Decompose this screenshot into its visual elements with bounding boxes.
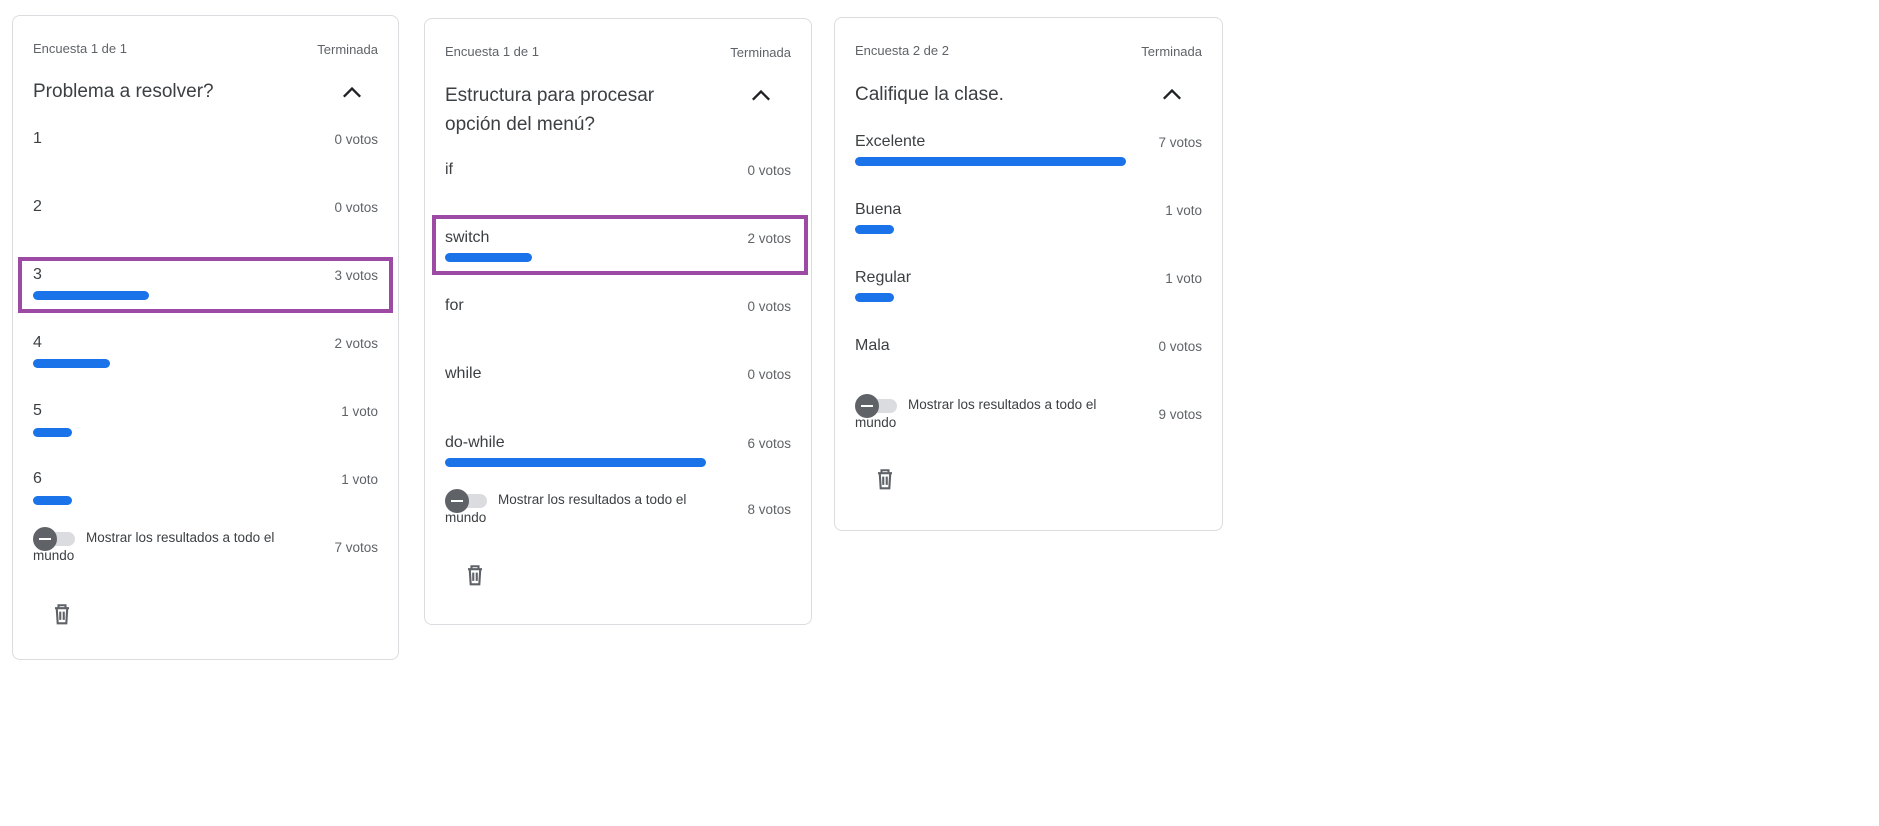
option-result-bar (33, 291, 149, 300)
total-votes: 9 votos (1158, 407, 1202, 422)
highlighted-option-frame (18, 257, 393, 313)
show-results-label: Mostrar los resultados a todo el mundo (33, 530, 275, 563)
option-label: Mala (855, 337, 890, 354)
option-votes: 0 votos (334, 200, 378, 215)
option-result-bar (33, 428, 72, 437)
option-label: Buena (855, 201, 902, 218)
total-votes: 7 votos (334, 540, 378, 555)
option-result-bar (855, 293, 894, 302)
option-votes: 1 voto (341, 404, 378, 419)
option-votes: 0 votos (1158, 339, 1202, 354)
option-votes: 0 votos (747, 299, 791, 314)
poll-status: Terminada (317, 42, 378, 57)
poll-card-1: Encuesta 1 de 1 Terminada Problema a res… (12, 15, 399, 660)
option-votes: 0 votos (747, 163, 791, 178)
total-votes: 8 votos (747, 502, 791, 517)
poll-card-3: Encuesta 2 de 2 Terminada Califique la c… (834, 17, 1223, 531)
option-label: 5 (33, 402, 42, 419)
chevron-up-icon[interactable] (747, 81, 775, 109)
poll-question: Califique la clase. (855, 84, 1004, 105)
option-votes: 1 voto (341, 472, 378, 487)
trash-icon[interactable] (48, 600, 76, 628)
poll-status: Terminada (730, 45, 791, 60)
option-votes: 1 voto (1165, 203, 1202, 218)
poll-counter: Encuesta 1 de 1 (445, 44, 539, 59)
show-results-label: Mostrar los resultados a todo el mundo (445, 492, 687, 525)
show-results-label: Mostrar los resultados a todo el mundo (855, 397, 1097, 430)
trash-icon[interactable] (461, 561, 489, 589)
option-votes: 2 votos (747, 231, 791, 246)
option-votes: 7 votos (1158, 135, 1202, 150)
option-label: 6 (33, 470, 42, 487)
poll-question: Problema a resolver? (33, 81, 214, 102)
option-label: if (445, 161, 453, 178)
option-label: Regular (855, 269, 912, 286)
option-label: 4 (33, 334, 42, 351)
option-label: 3 (33, 266, 42, 283)
option-label: switch (445, 229, 490, 246)
chevron-up-icon[interactable] (338, 78, 366, 106)
option-votes: 0 votos (747, 367, 791, 382)
trash-icon[interactable] (871, 465, 899, 493)
option-label: while (445, 365, 482, 382)
poll-card-2: Encuesta 1 de 1 Terminada Estructura par… (424, 18, 812, 625)
poll-status: Terminada (1141, 44, 1202, 59)
option-votes: 6 votos (747, 436, 791, 451)
option-label: for (445, 297, 464, 314)
poll-counter: Encuesta 1 de 1 (33, 41, 127, 56)
option-label: 1 (33, 130, 42, 147)
option-votes: 2 votos (334, 336, 378, 351)
option-label: do-while (445, 434, 505, 451)
option-votes: 0 votos (334, 132, 378, 147)
option-label: 2 (33, 198, 42, 215)
option-result-bar (445, 458, 706, 467)
option-result-bar (855, 157, 1126, 166)
poll-question: Estructura para procesar opción del menú… (445, 85, 655, 135)
option-result-bar (445, 253, 532, 262)
poll-counter: Encuesta 2 de 2 (855, 43, 949, 58)
option-result-bar (855, 225, 894, 234)
chevron-up-icon[interactable] (1158, 80, 1186, 108)
option-votes: 1 voto (1165, 271, 1202, 286)
option-votes: 3 votos (334, 268, 378, 283)
option-label: Excelente (855, 133, 926, 150)
option-result-bar (33, 359, 110, 368)
option-result-bar (33, 496, 72, 505)
